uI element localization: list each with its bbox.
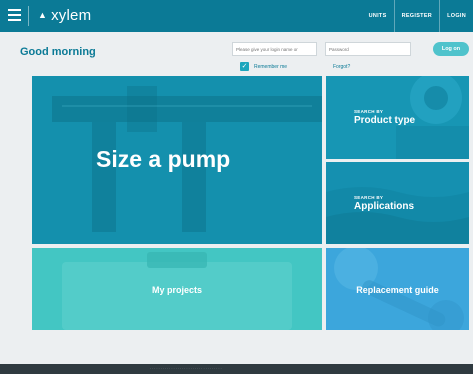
username-input[interactable] bbox=[232, 42, 317, 56]
applications-kicker: SEARCH BY bbox=[354, 195, 384, 200]
product-type-tile[interactable]: SEARCH BY Product type bbox=[326, 76, 469, 159]
product-type-label: Product type bbox=[354, 115, 416, 126]
menu-icon[interactable] bbox=[8, 9, 21, 22]
replacement-guide-tile[interactable]: Replacement guide bbox=[326, 248, 469, 330]
footer-text-placeholder: · · · · · · · · · · · · · · · · · · · · … bbox=[150, 367, 222, 371]
header-divider bbox=[28, 6, 29, 26]
applications-tile[interactable]: SEARCH BY Applications bbox=[326, 162, 469, 244]
xylem-logo[interactable]: ▲ xylem bbox=[38, 7, 91, 24]
top-navigation-bar: ▲ xylem UNITS REGISTER LOGIN bbox=[0, 0, 473, 32]
forgot-password-link[interactable]: Forgot? bbox=[333, 64, 350, 70]
applications-label: Applications bbox=[354, 201, 415, 212]
size-a-pump-tile[interactable]: Size a pump bbox=[32, 76, 322, 244]
footer: · · · · · · · · · · · · · · · · · · · · … bbox=[0, 364, 473, 374]
login-link[interactable]: LOGIN bbox=[440, 13, 473, 19]
register-link[interactable]: REGISTER bbox=[395, 13, 440, 19]
my-projects-tile[interactable]: My projects bbox=[32, 248, 322, 330]
header-nav: UNITS REGISTER LOGIN bbox=[362, 0, 473, 32]
logo-mark-icon: ▲ bbox=[38, 10, 48, 20]
size-a-pump-label: Size a pump bbox=[96, 146, 231, 172]
replacement-guide-label: Replacement guide bbox=[356, 285, 439, 295]
my-projects-label: My projects bbox=[151, 285, 202, 295]
product-type-kicker: SEARCH BY bbox=[354, 109, 384, 114]
log-on-button[interactable]: Log on bbox=[433, 42, 469, 56]
greeting-heading: Good morning bbox=[20, 46, 96, 58]
remember-me[interactable]: ✓ Remember me bbox=[240, 62, 287, 71]
units-link[interactable]: UNITS bbox=[362, 13, 394, 19]
password-input[interactable] bbox=[325, 42, 411, 56]
remember-me-checkbox[interactable]: ✓ bbox=[240, 62, 249, 71]
brand-name: xylem bbox=[51, 7, 92, 24]
remember-me-label: Remember me bbox=[254, 63, 288, 70]
